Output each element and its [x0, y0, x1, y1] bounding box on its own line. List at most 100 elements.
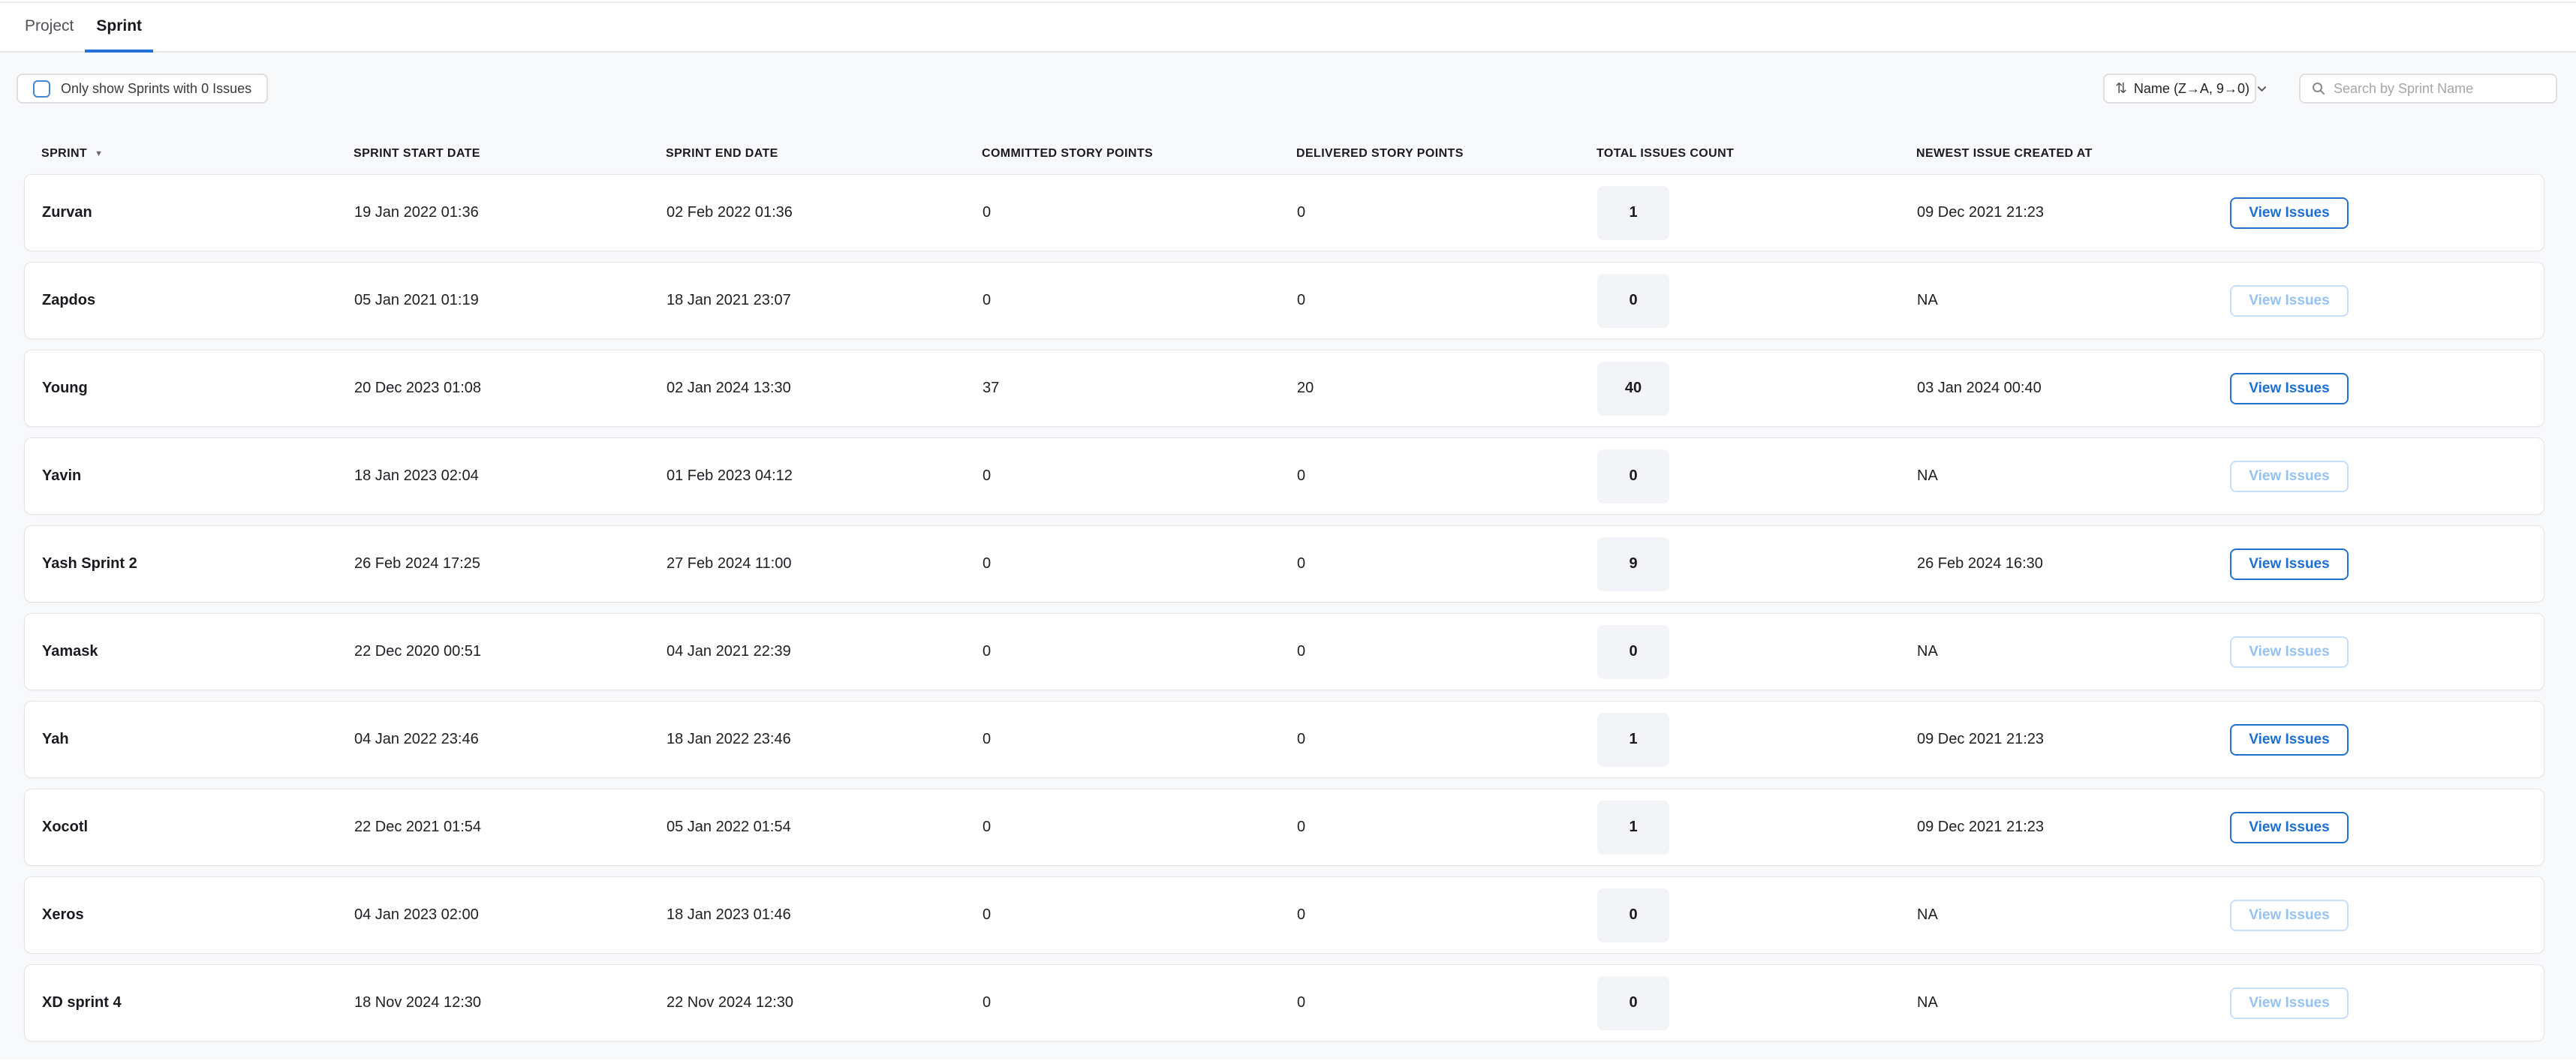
newest-issue-created-at: NA [1917, 906, 2230, 924]
column-header-sprint[interactable]: SPRINT ▼ [41, 147, 354, 161]
delivered-story-points: 0 [1297, 731, 1597, 748]
total-issues-cell: 0 [1597, 976, 1917, 1030]
committed-story-points: 0 [983, 994, 1297, 1011]
view-issues-button[interactable]: View Issues [2230, 549, 2349, 580]
column-header-end-date: SPRINT END DATE [666, 147, 982, 161]
sprint-table-body: Zurvan 19 Jan 2022 01:36 02 Feb 2022 01:… [24, 174, 2544, 1041]
sprint-start-date: 19 Jan 2022 01:36 [354, 204, 667, 221]
sprint-name: Xeros [42, 906, 354, 924]
view-issues-button[interactable]: View Issues [2230, 900, 2349, 931]
sprint-row: Zurvan 19 Jan 2022 01:36 02 Feb 2022 01:… [24, 174, 2544, 251]
sprint-start-date: 05 Jan 2021 01:19 [354, 292, 667, 309]
table-controls: ⇅ Name (Z→A, 9→0) [2103, 74, 2557, 104]
sort-up-down-icon: ⇅ [2115, 82, 2127, 96]
sprint-row: XD sprint 4 18 Nov 2024 12:30 22 Nov 202… [24, 964, 2544, 1041]
actions-cell: View Issues [2230, 900, 2544, 931]
total-issues-badge: 1 [1597, 713, 1669, 767]
total-issues-badge: 0 [1597, 888, 1669, 942]
delivered-story-points: 0 [1297, 819, 1597, 836]
sprint-name: Yash Sprint 2 [42, 555, 354, 573]
zero-issues-filter[interactable]: Only show Sprints with 0 Issues [17, 74, 268, 104]
committed-story-points: 0 [983, 643, 1297, 660]
sprint-end-date: 02 Feb 2022 01:36 [667, 204, 983, 221]
sprint-name: Xocotl [42, 819, 354, 836]
sort-dropdown[interactable]: ⇅ Name (Z→A, 9→0) [2103, 74, 2256, 104]
newest-issue-created-at: 26 Feb 2024 16:30 [1917, 555, 2230, 573]
sprint-end-date: 27 Feb 2024 11:00 [667, 555, 983, 573]
zero-issues-checkbox[interactable] [33, 80, 50, 98]
newest-issue-created-at: NA [1917, 994, 2230, 1011]
committed-story-points: 0 [983, 906, 1297, 924]
search-input[interactable] [2334, 81, 2545, 97]
total-issues-badge: 40 [1597, 362, 1669, 416]
sprint-row: Young 20 Dec 2023 01:08 02 Jan 2024 13:3… [24, 350, 2544, 427]
sprint-end-date: 01 Feb 2023 04:12 [667, 467, 983, 485]
total-issues-badge: 0 [1597, 625, 1669, 679]
sprint-row: Yamask 22 Dec 2020 00:51 04 Jan 2021 22:… [24, 613, 2544, 690]
sprint-start-date: 04 Jan 2022 23:46 [354, 731, 667, 748]
actions-cell: View Issues [2230, 636, 2544, 668]
newest-issue-created-at: NA [1917, 292, 2230, 309]
delivered-story-points: 0 [1297, 204, 1597, 221]
view-issues-button[interactable]: View Issues [2230, 197, 2349, 229]
delivered-story-points: 0 [1297, 467, 1597, 485]
sprint-name: XD sprint 4 [42, 994, 354, 1011]
total-issues-cell: 0 [1597, 449, 1917, 503]
sprint-start-date: 18 Jan 2023 02:04 [354, 467, 667, 485]
delivered-story-points: 0 [1297, 292, 1597, 309]
view-issues-button[interactable]: View Issues [2230, 724, 2349, 756]
table-header: SPRINT ▼ SPRINT START DATE SPRINT END DA… [24, 146, 2544, 162]
sort-dropdown-label: Name (Z→A, 9→0) [2134, 81, 2249, 97]
sprint-name: Young [42, 380, 354, 397]
filter-bar: Only show Sprints with 0 Issues ⇅ Name (… [0, 74, 2576, 104]
content-area: Only show Sprints with 0 Issues ⇅ Name (… [0, 53, 2576, 1059]
total-issues-badge: 0 [1597, 976, 1669, 1030]
tab-sprint[interactable]: Sprint [85, 3, 153, 53]
sort-descending-icon: ▼ [95, 149, 103, 158]
newest-issue-created-at: 09 Dec 2021 21:23 [1917, 204, 2230, 221]
tab-project[interactable]: Project [14, 3, 85, 53]
total-issues-cell: 1 [1597, 186, 1917, 240]
sprint-row: Yavin 18 Jan 2023 02:04 01 Feb 2023 04:1… [24, 437, 2544, 515]
newest-issue-created-at: 09 Dec 2021 21:23 [1917, 731, 2230, 748]
total-issues-cell: 1 [1597, 713, 1917, 767]
column-header-delivered-points: DELIVERED STORY POINTS [1296, 147, 1596, 161]
view-issues-button[interactable]: View Issues [2230, 812, 2349, 843]
actions-cell: View Issues [2230, 285, 2544, 317]
view-issues-button[interactable]: View Issues [2230, 373, 2349, 404]
search-box [2299, 74, 2557, 104]
total-issues-cell: 1 [1597, 801, 1917, 855]
actions-cell: View Issues [2230, 197, 2544, 229]
committed-story-points: 0 [983, 555, 1297, 573]
sprint-end-date: 18 Jan 2021 23:07 [667, 292, 983, 309]
actions-cell: View Issues [2230, 461, 2544, 492]
sprint-start-date: 26 Feb 2024 17:25 [354, 555, 667, 573]
committed-story-points: 0 [983, 204, 1297, 221]
column-header-start-date: SPRINT START DATE [354, 147, 666, 161]
committed-story-points: 0 [983, 467, 1297, 485]
sprint-name: Zapdos [42, 292, 354, 309]
column-header-newest-issue: NEWEST ISSUE CREATED AT [1916, 147, 2229, 161]
total-issues-badge: 0 [1597, 274, 1669, 328]
total-issues-badge: 1 [1597, 186, 1669, 240]
newest-issue-created-at: 09 Dec 2021 21:23 [1917, 819, 2230, 836]
actions-cell: View Issues [2230, 549, 2544, 580]
view-issues-button[interactable]: View Issues [2230, 636, 2349, 668]
actions-cell: View Issues [2230, 373, 2544, 404]
sprint-row: Yash Sprint 2 26 Feb 2024 17:25 27 Feb 2… [24, 525, 2544, 603]
total-issues-cell: 0 [1597, 625, 1917, 679]
sprint-start-date: 20 Dec 2023 01:08 [354, 380, 667, 397]
chevron-down-icon [2256, 83, 2268, 95]
delivered-story-points: 20 [1297, 380, 1597, 397]
sprint-start-date: 04 Jan 2023 02:00 [354, 906, 667, 924]
delivered-story-points: 0 [1297, 906, 1597, 924]
sprint-start-date: 22 Dec 2020 00:51 [354, 643, 667, 660]
sprint-end-date: 18 Jan 2022 23:46 [667, 731, 983, 748]
delivered-story-points: 0 [1297, 643, 1597, 660]
sprint-row: Yah 04 Jan 2022 23:46 18 Jan 2022 23:46 … [24, 701, 2544, 778]
view-issues-button[interactable]: View Issues [2230, 987, 2349, 1019]
total-issues-cell: 40 [1597, 362, 1917, 416]
view-issues-button[interactable]: View Issues [2230, 461, 2349, 492]
column-header-total-issues: TOTAL ISSUES COUNT [1596, 147, 1916, 161]
view-issues-button[interactable]: View Issues [2230, 285, 2349, 317]
